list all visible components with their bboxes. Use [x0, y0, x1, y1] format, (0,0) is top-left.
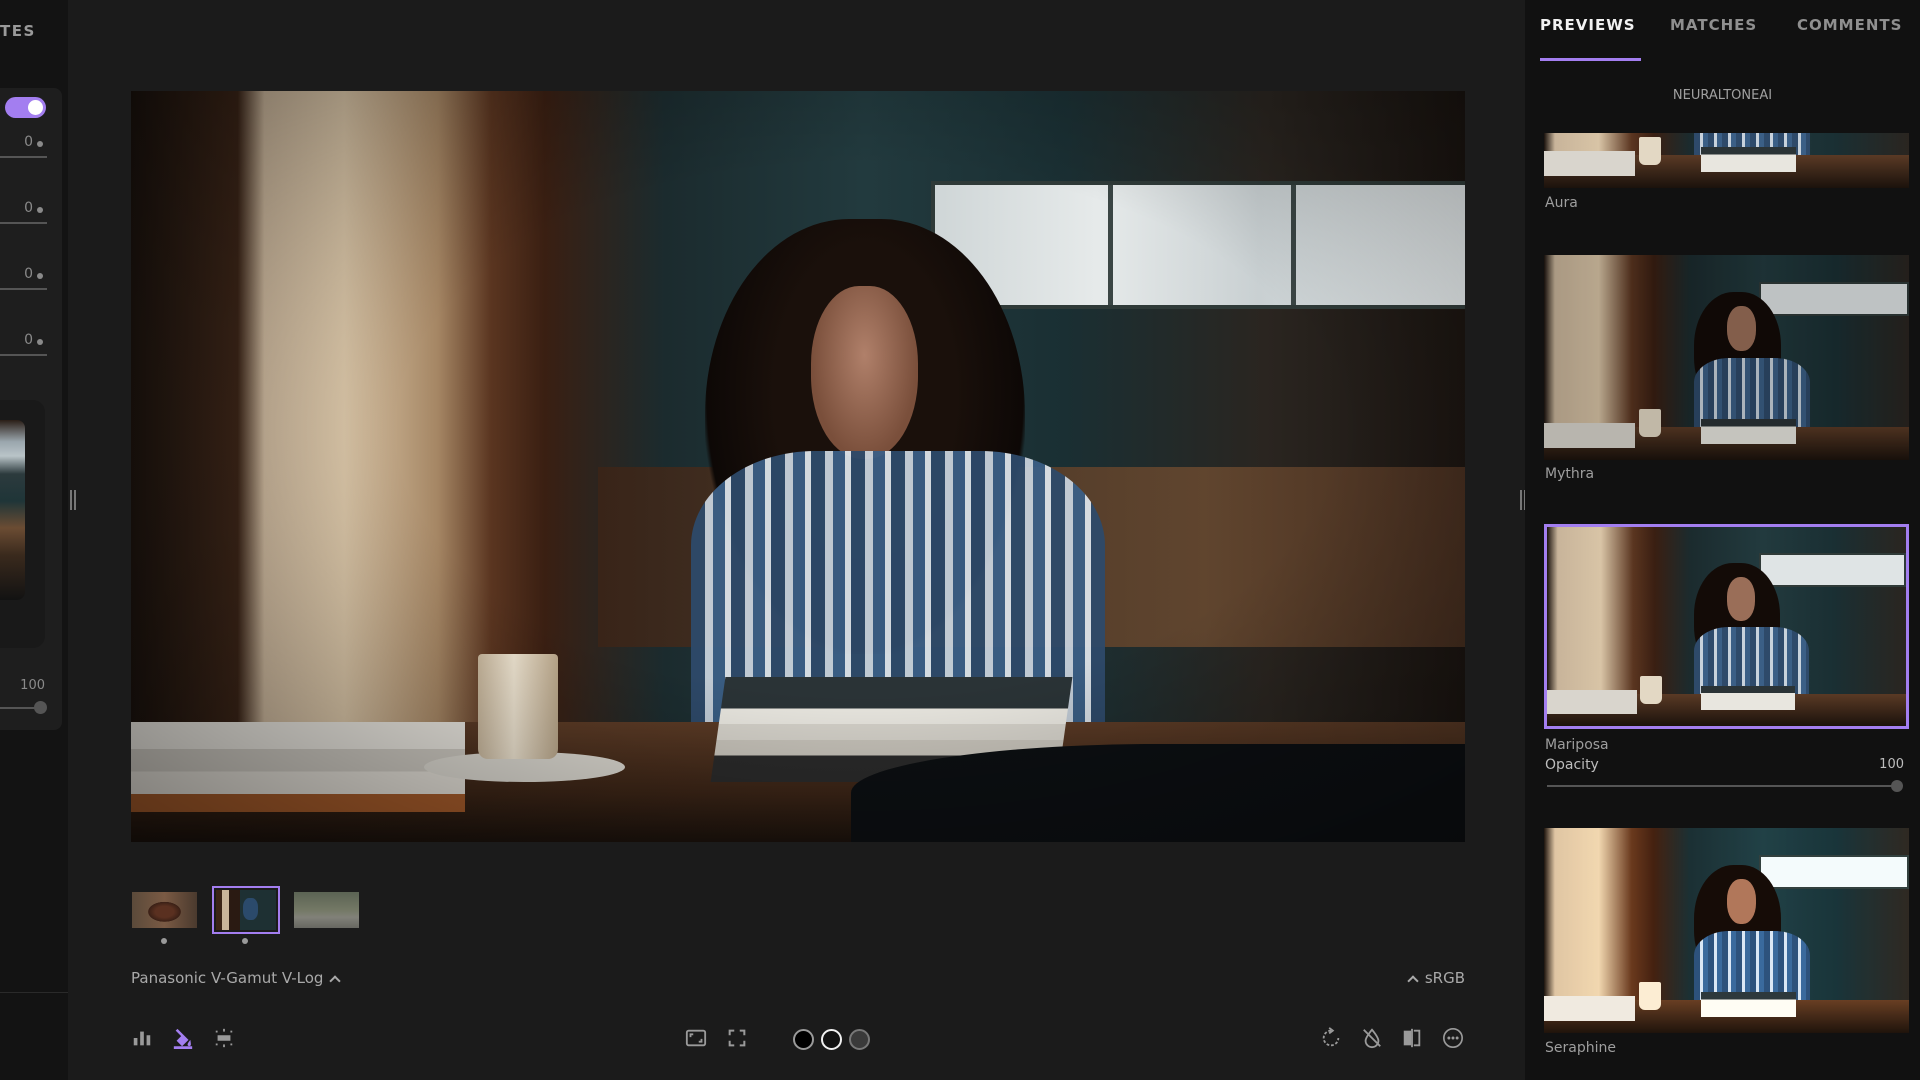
- more-button[interactable]: [1441, 1026, 1465, 1050]
- preview-image: [1544, 133, 1909, 188]
- param-row-3[interactable]: 0: [0, 266, 48, 290]
- scopes-icon: [133, 1031, 151, 1046]
- left-opacity-value: 100: [20, 678, 45, 693]
- param-value: 0: [24, 134, 33, 150]
- exposure-button[interactable]: [212, 1026, 236, 1050]
- cafe-scene-image: [131, 91, 1465, 842]
- input-colorspace-select[interactable]: Panasonic V-Gamut V-Log: [131, 969, 342, 987]
- param-slider-track[interactable]: [0, 156, 47, 158]
- left-panel-title: TES: [0, 22, 36, 40]
- thumbnail-image: [294, 892, 359, 928]
- opacity-slider-thumb[interactable]: [1891, 780, 1903, 792]
- left-preview-image: [0, 420, 25, 600]
- preview-image: [1544, 255, 1909, 460]
- param-slider-track[interactable]: [0, 288, 47, 290]
- more-icon: [1443, 1028, 1463, 1048]
- exposure-icon: [215, 1028, 233, 1048]
- chevron-up-icon: [329, 974, 342, 987]
- fullscreen-button[interactable]: [725, 1026, 749, 1050]
- opacity-slider-track[interactable]: [1547, 785, 1895, 787]
- opacity-label: Opacity: [1545, 757, 1599, 773]
- graded-indicator-dot: [161, 938, 167, 944]
- scopes-button[interactable]: [130, 1026, 154, 1050]
- background-swatch-dark[interactable]: [821, 1029, 842, 1050]
- tab-comments[interactable]: COMMENTS: [1797, 16, 1902, 34]
- divider: [0, 992, 68, 993]
- param-slider-track[interactable]: [0, 222, 47, 224]
- output-colorspace-select[interactable]: sRGB: [1407, 969, 1465, 987]
- active-tab-indicator: [1540, 58, 1641, 61]
- preview-aura[interactable]: [1544, 133, 1909, 188]
- left-panel: TES 0 0 0 0 100: [0, 0, 68, 1080]
- tab-previews[interactable]: PREVIEWS: [1540, 16, 1636, 34]
- preview-seraphine[interactable]: [1544, 828, 1909, 1033]
- background-swatch-gray[interactable]: [849, 1029, 870, 1050]
- output-colorspace-label: sRGB: [1424, 969, 1465, 987]
- preview-name: Aura: [1545, 195, 1578, 211]
- preview-mariposa[interactable]: [1544, 524, 1909, 729]
- background-swatch-black[interactable]: [793, 1029, 814, 1050]
- thumbnail-image: [216, 890, 276, 930]
- clip-thumbnail-street[interactable]: [294, 892, 359, 928]
- toggle-knob: [28, 100, 43, 115]
- disable-grade-icon: [1363, 1028, 1381, 1049]
- disable-grade-button[interactable]: [1360, 1026, 1384, 1050]
- right-panel: PREVIEWS MATCHES COMMENTS NEURALTONEAI A…: [1525, 0, 1920, 1080]
- reset-dot-icon[interactable]: [37, 141, 43, 147]
- opacity-value: 100: [1879, 757, 1904, 772]
- reset-dot-icon[interactable]: [37, 207, 43, 213]
- fit-frame-button[interactable]: [684, 1026, 708, 1050]
- reset-dot-icon[interactable]: [37, 273, 43, 279]
- preview-name: Seraphine: [1545, 1040, 1616, 1056]
- param-row-2[interactable]: 0: [0, 200, 48, 224]
- input-colorspace-label: Panasonic V-Gamut V-Log: [131, 969, 324, 987]
- viewer-image[interactable]: [131, 91, 1465, 842]
- preview-name: Mariposa: [1545, 737, 1609, 753]
- left-panel-splitter[interactable]: [70, 490, 76, 510]
- reset-icon: [1322, 1027, 1340, 1047]
- left-opacity-slider-thumb[interactable]: [34, 701, 47, 714]
- reset-button[interactable]: [1319, 1026, 1343, 1050]
- fill-bucket-button[interactable]: [171, 1026, 195, 1050]
- compare-icon: [1403, 1028, 1421, 1048]
- left-preview-card[interactable]: [0, 400, 45, 648]
- preview-name: Mythra: [1545, 466, 1595, 482]
- enable-toggle[interactable]: [5, 97, 46, 118]
- reset-dot-icon[interactable]: [37, 339, 43, 345]
- param-value: 0: [24, 200, 33, 216]
- app-root: TES 0 0 0 0 100 Panasonic V-Gamut V-Log …: [0, 0, 1920, 1080]
- fullscreen-icon: [728, 1029, 746, 1047]
- param-value: 0: [24, 332, 33, 348]
- fit-frame-icon: [685, 1029, 707, 1047]
- clip-thumbnail-cafe[interactable]: [212, 886, 280, 934]
- param-row-4[interactable]: 0: [0, 332, 48, 356]
- preview-image: [1544, 828, 1909, 1033]
- tab-matches[interactable]: MATCHES: [1670, 16, 1757, 34]
- param-slider-track[interactable]: [0, 354, 47, 356]
- graded-indicator-dot: [242, 938, 248, 944]
- provider-label: NEURALTONEAI: [1672, 88, 1773, 103]
- chevron-up-icon: [1407, 974, 1419, 987]
- clip-thumbnail-portrait[interactable]: [132, 892, 197, 928]
- compare-button[interactable]: [1400, 1026, 1424, 1050]
- preview-mythra[interactable]: [1544, 255, 1909, 460]
- thumbnail-image: [132, 892, 197, 928]
- preview-image: [1544, 524, 1909, 729]
- fill-bucket-icon: [173, 1028, 193, 1049]
- param-value: 0: [24, 266, 33, 282]
- param-row-1[interactable]: 0: [0, 134, 48, 158]
